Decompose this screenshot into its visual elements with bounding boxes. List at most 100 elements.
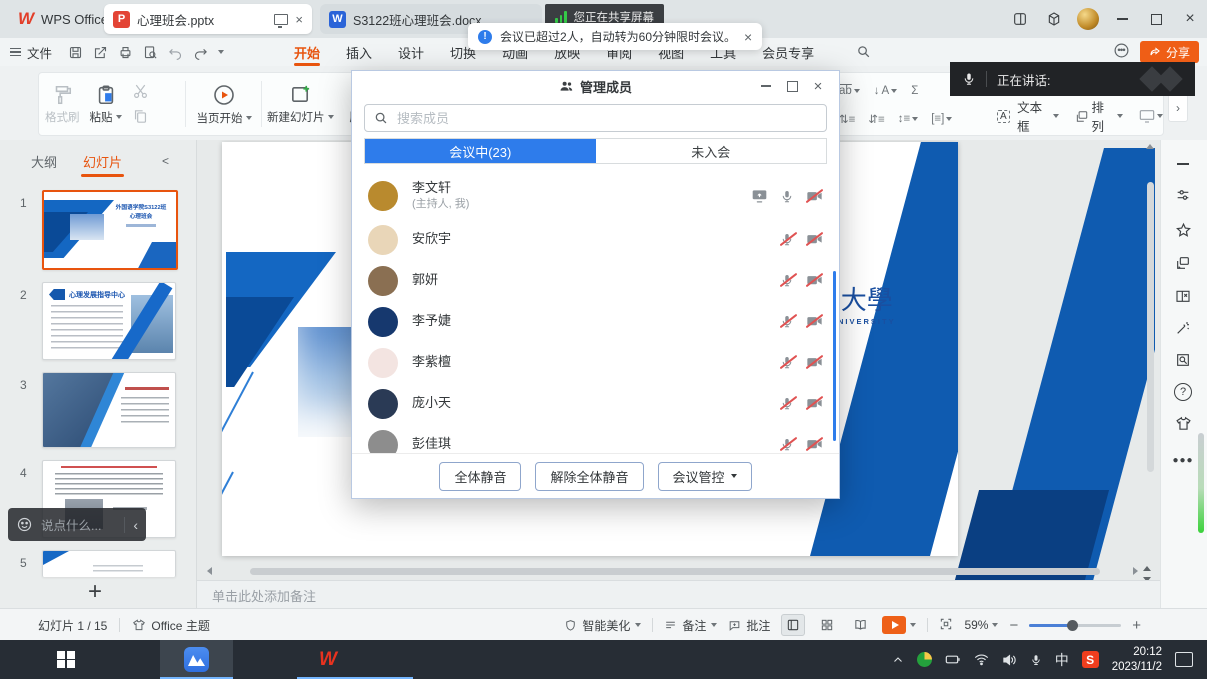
paste-dropdown-icon[interactable] [116, 115, 122, 119]
notes-button[interactable]: 备注 [664, 617, 717, 634]
chat-input-placeholder[interactable]: 说点什么... [41, 515, 116, 534]
line-spacing-icon[interactable]: ↕≡ [898, 113, 918, 125]
vertical-scroll-thumb[interactable] [1147, 182, 1154, 472]
new-slide-dropdown-icon[interactable] [328, 115, 334, 119]
taskbar-meeting-app[interactable] [160, 640, 233, 679]
mic-off-icon[interactable] [780, 232, 794, 247]
meeting-chat-bar[interactable]: 说点什么... ‹ [8, 508, 146, 541]
camera-off-icon[interactable] [806, 355, 823, 370]
file-menu-button[interactable]: 文件 [10, 38, 52, 66]
align-options-icon[interactable]: [≡] [931, 113, 952, 125]
properties-sliders-icon[interactable] [1173, 185, 1193, 205]
camera-off-icon[interactable] [806, 273, 823, 288]
chat-collapse-icon[interactable]: ‹ [133, 517, 138, 533]
meeting-control-button[interactable]: 会议管控 [658, 462, 752, 491]
line-spacing-inc-icon[interactable]: ⇅≡ [839, 112, 855, 126]
mute-all-button[interactable]: 全体静音 [439, 462, 521, 491]
slide-thumbnail-1[interactable]: 外国语学院S3122班 心理班会 [42, 190, 178, 270]
selection-pane-icon[interactable] [1173, 253, 1193, 273]
mic-off-icon[interactable] [780, 273, 794, 288]
zoom-slider-knob[interactable] [1067, 620, 1078, 631]
slide-sorter-view-icon[interactable] [816, 615, 838, 635]
text-direction-button[interactable]: ↓A [874, 85, 897, 97]
prev-slide-button[interactable] [1143, 560, 1157, 569]
fit-slide-icon[interactable] [939, 617, 953, 634]
unmute-all-button[interactable]: 解除全体静音 [535, 462, 643, 491]
ime-indicator[interactable]: 中 [1055, 650, 1069, 670]
scroll-left-icon[interactable] [207, 567, 212, 575]
copy-icon[interactable] [132, 108, 149, 125]
play-from-current-button[interactable]: 当页开始 [197, 83, 252, 126]
ribbon-expand-button[interactable]: › [1168, 94, 1188, 122]
mic-off-icon[interactable] [780, 355, 794, 370]
beautify-button[interactable]: 智能美化 [564, 617, 641, 634]
camera-off-icon[interactable] [806, 396, 823, 411]
camera-off-icon[interactable] [806, 232, 823, 247]
tab-design[interactable]: 设计 [385, 38, 437, 66]
member-row[interactable]: 郭妍 [352, 260, 839, 301]
tray-mic-icon[interactable] [1030, 653, 1042, 667]
more-options-icon[interactable]: ●●● [1173, 450, 1193, 470]
screen-share-icon[interactable] [751, 189, 768, 204]
sogou-icon[interactable]: S [1082, 651, 1099, 668]
notes-book-icon[interactable] [1173, 286, 1193, 306]
camera-off-icon[interactable] [806, 189, 823, 204]
comments-button[interactable]: 批注 [728, 617, 770, 634]
dialog-minimize-icon[interactable] [753, 71, 779, 101]
mic-off-icon[interactable] [780, 437, 794, 452]
mic-off-icon[interactable] [780, 314, 794, 329]
textbox-button[interactable]: A 文本框 [997, 97, 1059, 135]
sidebar-scroll-indicator[interactable] [1198, 433, 1204, 533]
wps-brand[interactable]: W WPS Office [8, 5, 118, 33]
camera-off-icon[interactable] [806, 314, 823, 329]
search-icon[interactable] [856, 44, 871, 62]
cut-icon[interactable] [132, 83, 149, 100]
zoom-slider[interactable] [1029, 624, 1121, 627]
start-button[interactable] [46, 640, 86, 679]
dialog-scrollbar[interactable] [833, 271, 836, 441]
docer-box-icon[interactable] [1037, 0, 1071, 38]
tab-slides[interactable]: 幻灯片 [79, 152, 126, 171]
volume-icon[interactable] [1002, 653, 1017, 667]
emoji-smiley-icon[interactable] [16, 516, 33, 533]
member-row[interactable]: 李紫檀 [352, 342, 839, 383]
play-dropdown-icon[interactable] [246, 116, 252, 120]
monitor-settings-button[interactable] [1139, 109, 1163, 123]
feedback-smiley-icon[interactable] [1113, 42, 1130, 62]
dialog-close-icon[interactable]: × [805, 71, 831, 101]
tab-home[interactable]: 开始 [281, 38, 333, 66]
new-slide-button[interactable]: 新建幻灯片 [267, 83, 334, 125]
zoom-in-icon[interactable]: + [1132, 617, 1141, 634]
wifi-icon[interactable] [974, 653, 989, 666]
close-button[interactable]: × [1173, 0, 1207, 38]
find-book-icon[interactable] [1173, 350, 1193, 370]
notes-area[interactable]: 单击此处添加备注 [197, 580, 1207, 609]
slide-thumbnail-5[interactable] [42, 550, 176, 577]
tab-not-joined[interactable]: 未入会 [596, 139, 827, 163]
export-icon[interactable] [93, 45, 108, 60]
collapse-panel-icon[interactable]: < [162, 154, 169, 168]
format-painter-button[interactable]: 格式刷 [45, 84, 80, 125]
zoom-out-icon[interactable]: − [1009, 617, 1018, 634]
close-tab-icon[interactable]: × [295, 13, 303, 26]
quickbar-dropdown-icon[interactable] [218, 50, 224, 54]
normal-view-icon[interactable] [781, 614, 805, 636]
mic-off-icon[interactable] [780, 396, 794, 411]
save-icon[interactable] [68, 45, 83, 60]
tab-outline[interactable]: 大纲 [27, 152, 61, 171]
member-row[interactable]: 安欣宇 [352, 219, 839, 260]
theme-button[interactable]: Office 主题 [132, 617, 209, 634]
member-search-box[interactable] [364, 104, 827, 132]
split-view-icon[interactable] [1003, 0, 1037, 38]
char-border-button[interactable]: ab [839, 85, 860, 97]
next-slide-button[interactable] [1143, 571, 1157, 580]
vertical-scrollbar[interactable] [1146, 142, 1155, 558]
taskbar-clock[interactable]: 20:12 2023/11/2 [1112, 645, 1162, 675]
collapse-sidebar-icon[interactable] [1173, 154, 1193, 174]
add-slide-button[interactable]: + [88, 578, 102, 606]
redo-icon[interactable] [193, 45, 208, 60]
restore-button[interactable] [1139, 0, 1173, 38]
dialog-maximize-icon[interactable] [779, 71, 805, 101]
undo-icon[interactable] [168, 45, 183, 60]
horizontal-scrollbar[interactable] [205, 567, 1140, 576]
